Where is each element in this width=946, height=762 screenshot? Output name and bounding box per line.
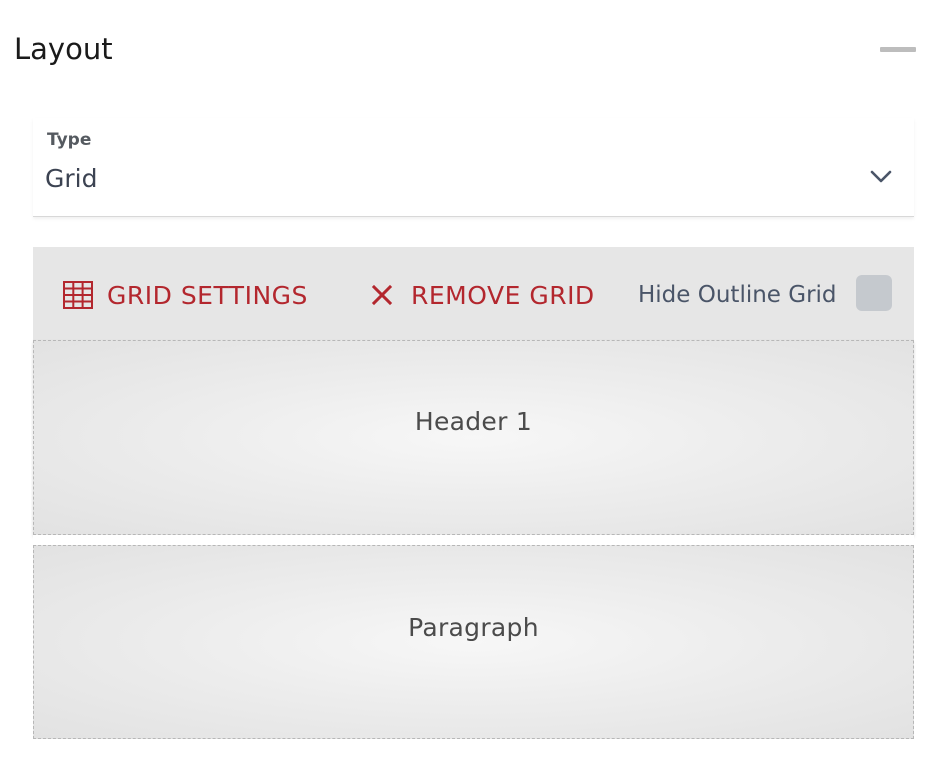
hide-outline-checkbox[interactable]	[856, 275, 892, 311]
type-select[interactable]: Type Grid	[33, 118, 914, 217]
grid-cell[interactable]: Paragraph	[33, 545, 914, 739]
grid-icon	[63, 281, 93, 309]
collapse-button[interactable]	[880, 36, 916, 62]
type-select-label: Type	[47, 130, 92, 150]
minus-icon	[880, 47, 916, 52]
grid-settings-label: GRID SETTINGS	[107, 280, 308, 310]
grid-cell-label: Header 1	[414, 407, 533, 436]
remove-grid-button[interactable]: REMOVE GRID	[371, 277, 595, 313]
panel-title: Layout	[14, 32, 113, 66]
grid-toolbar: GRID SETTINGS REMOVE GRID Hide Outline G…	[33, 247, 914, 340]
grid-cell[interactable]: Header 1	[33, 340, 914, 535]
grid-settings-button[interactable]: GRID SETTINGS	[63, 277, 308, 313]
panel-header: Layout	[14, 28, 916, 74]
chevron-down-icon	[870, 170, 892, 183]
grid-cell-label: Paragraph	[408, 612, 539, 642]
grid-divider	[33, 535, 914, 545]
grid-container: GRID SETTINGS REMOVE GRID Hide Outline G…	[33, 247, 914, 739]
remove-grid-label: REMOVE GRID	[411, 280, 595, 310]
type-select-value: Grid	[45, 164, 98, 193]
hide-outline-label: Hide Outline Grid	[638, 282, 837, 308]
close-icon	[371, 284, 393, 306]
